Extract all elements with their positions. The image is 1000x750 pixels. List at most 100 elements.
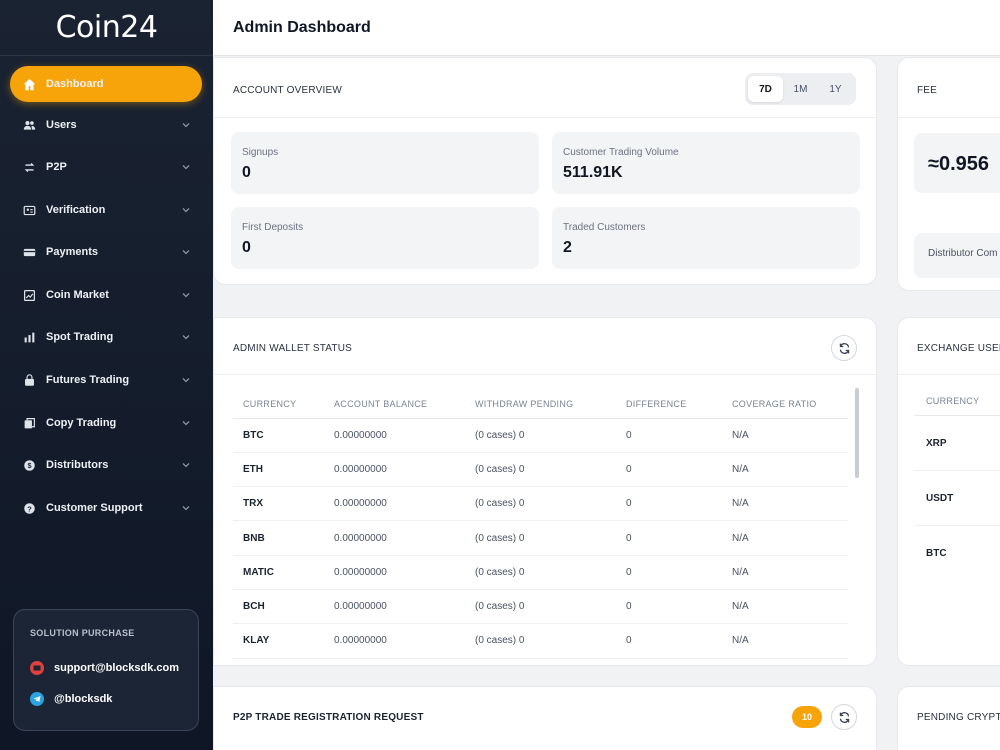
distributor-commission-label: Distributor Com [914,233,1000,278]
cell-account-balance: 0.00000000 [324,555,465,590]
cell-coverage-ratio: N/A [722,555,848,590]
cell-withdraw-pending: (0 cases) 0 [465,486,616,522]
telegram-icon [30,692,44,706]
stat-traded-customers: Traded Customers 2 [552,207,860,269]
solution-purchase-box: SOLUTION PURCHASE support@blocksdk.com @… [13,609,199,731]
telegram-link[interactable]: @blocksdk [30,692,112,706]
tab-7d[interactable]: 7D [748,76,783,102]
cell-difference: 0 [616,555,722,590]
cell-difference: 0 [616,589,722,625]
tab-1y[interactable]: 1Y [818,76,853,102]
col-coverage-ratio: COVERAGE RATIO [722,390,848,419]
divider [214,374,876,375]
bag-icon [22,373,36,387]
col-withdraw-pending: WITHDRAW PENDING [465,390,616,419]
stat-label: Traded Customers [563,222,646,233]
cell-withdraw-pending: (0 cases) 0 [465,623,616,659]
copy-icon [22,416,36,430]
chevron-down-icon [182,291,190,299]
sidebar-item-label: Users [46,119,77,131]
stat-signups: Signups 0 [231,132,539,194]
cell-coverage-ratio: N/A [722,452,848,488]
support-email: support@blocksdk.com [54,662,180,674]
help-icon: ? [22,501,36,515]
svg-text:?: ? [27,504,32,513]
sidebar-item-spot-trading[interactable]: Spot Trading [10,319,202,355]
sidebar-item-label: P2P [46,161,67,173]
sidebar-item-coin-market[interactable]: Coin Market [10,277,202,313]
table-scrollbar[interactable] [855,388,859,478]
sidebar-item-label: Distributors [46,459,109,471]
table-row: MATIC 0.00000000 (0 cases) 0 0 N/A [233,555,848,590]
cell-withdraw-pending: (0 cases) 0 [465,452,616,488]
sidebar-item-verification[interactable]: Verification [10,192,202,228]
cell-withdraw-pending: (0 cases) 0 [465,520,616,556]
cell-difference: 0 [616,418,722,453]
cell-difference: 0 [616,520,722,556]
table-row: ETH 0.00000000 (0 cases) 0 0 N/A [233,452,848,488]
card-title: P2P TRADE REGISTRATION REQUEST [233,712,424,723]
market-icon [22,288,36,302]
support-email-link[interactable]: support@blocksdk.com [30,661,179,675]
sidebar-item-p2p[interactable]: P2P [10,149,202,185]
id-card-icon [22,203,36,217]
cell-coverage-ratio: N/A [722,623,848,659]
cell-account-balance: 0.00000000 [324,589,465,625]
fee-value: ≈0.956 [914,133,1000,193]
app-logo[interactable]: Coin24 [0,0,213,56]
stat-label: Customer Trading Volume [563,147,679,158]
sidebar: Coin24 Dashboard Users P2P Verification … [0,0,213,750]
col-account-balance: ACCOUNT BALANCE [324,390,465,419]
coin-icon: $ [22,458,36,472]
stat-value: 0 [242,239,251,256]
admin-wallet-card: ADMIN WALLET STATUS CURRENCY ACCOUNT BAL… [213,317,877,666]
stat-trading-volume: Customer Trading Volume 511.91K [552,132,860,194]
svg-text:$: $ [27,461,31,470]
divider [214,117,876,118]
exchange-user-card: EXCHANGE USER CURRENCY XRP USDT BTC [897,317,1000,666]
stat-label: Signups [242,147,279,158]
col-currency: CURRENCY [233,390,324,419]
fee-card: FEE ≈0.956 Distributor Com [897,57,1000,291]
page-title: Admin Dashboard [233,19,371,36]
sidebar-item-label: Customer Support [46,502,143,514]
cell-withdraw-pending: (0 cases) 0 [465,418,616,453]
sidebar-item-distributors[interactable]: $ Distributors [10,447,202,483]
table-row: USDT [914,471,1000,526]
sidebar-item-users[interactable]: Users [10,107,202,143]
chevron-down-icon [182,163,190,171]
cell-coverage-ratio: N/A [722,486,848,522]
cell-coverage-ratio: N/A [722,589,848,625]
telegram-handle: @blocksdk [54,693,113,705]
cell-currency: BCH [233,589,324,625]
cell-difference: 0 [616,623,722,659]
sidebar-item-dashboard[interactable]: Dashboard [10,66,202,102]
cell-coverage-ratio: N/A [722,520,848,556]
chevron-down-icon [182,376,190,384]
table-row: XRP [914,416,1000,471]
table-row: BCH 0.00000000 (0 cases) 0 0 N/A [233,589,848,625]
sidebar-item-payments[interactable]: Payments [10,234,202,270]
chevron-down-icon [182,461,190,469]
card-title: FEE [917,85,938,96]
card-title: EXCHANGE USER [917,343,1000,354]
refresh-icon [839,711,849,723]
pending-crypto-card: PENDING CRYPTO [897,686,1000,750]
cell-coverage-ratio: N/A [722,418,848,453]
col-difference: DIFFERENCE [616,390,722,419]
refresh-button[interactable] [831,704,857,730]
table-row: KLAY 0.00000000 (0 cases) 0 0 N/A [233,623,848,659]
request-count-badge: 10 [792,706,822,728]
stat-first-deposits: First Deposits 0 [231,207,539,269]
sidebar-item-customer-support[interactable]: ? Customer Support [10,490,202,526]
swap-icon [22,160,36,174]
sidebar-item-copy-trading[interactable]: Copy Trading [10,405,202,441]
refresh-button[interactable] [831,335,857,361]
table-row: TRX 0.00000000 (0 cases) 0 0 N/A [233,486,848,522]
stat-value: 2 [563,239,572,256]
card-title: PENDING CRYPTO [917,712,1000,723]
chevron-down-icon [182,504,190,512]
cell-account-balance: 0.00000000 [324,623,465,659]
tab-1m[interactable]: 1M [783,76,818,102]
sidebar-item-futures-trading[interactable]: Futures Trading [10,362,202,398]
